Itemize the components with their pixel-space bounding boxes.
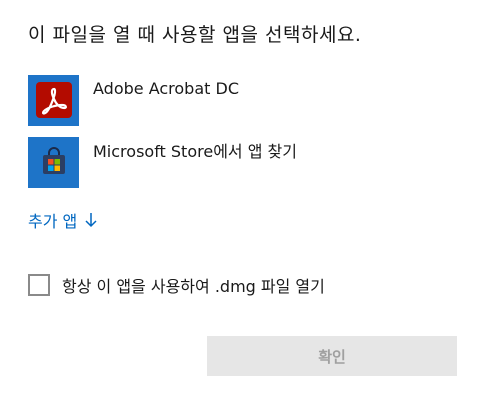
app-label: Microsoft Store에서 앱 찾기 xyxy=(93,142,297,161)
dialog-title: 이 파일을 열 때 사용할 앱을 선택하세요. xyxy=(28,24,362,46)
app-tile xyxy=(28,74,79,126)
open-with-dialog: 이 파일을 열 때 사용할 앱을 선택하세요. Adobe Acrobat DC… xyxy=(0,0,486,403)
microsoft-store-icon xyxy=(42,147,65,174)
more-apps-link[interactable]: 추가 앱 xyxy=(28,208,97,232)
always-use-label: 항상 이 앱을 사용하여 .dmg 파일 열기 xyxy=(62,277,325,296)
app-tile xyxy=(28,136,79,188)
app-item-microsoft-store[interactable]: Microsoft Store에서 앱 찾기 xyxy=(28,136,458,188)
always-use-checkbox[interactable] xyxy=(28,274,50,296)
adobe-acrobat-icon xyxy=(35,82,72,118)
always-use-option[interactable]: 항상 이 앱을 사용하여 .dmg 파일 열기 xyxy=(28,273,325,297)
app-label: Adobe Acrobat DC xyxy=(93,78,239,98)
ok-button[interactable]: 확인 xyxy=(207,336,457,376)
app-item-adobe-acrobat[interactable]: Adobe Acrobat DC xyxy=(28,74,458,126)
arrow-down-icon xyxy=(85,212,97,228)
more-apps-label: 추가 앱 xyxy=(28,212,78,231)
